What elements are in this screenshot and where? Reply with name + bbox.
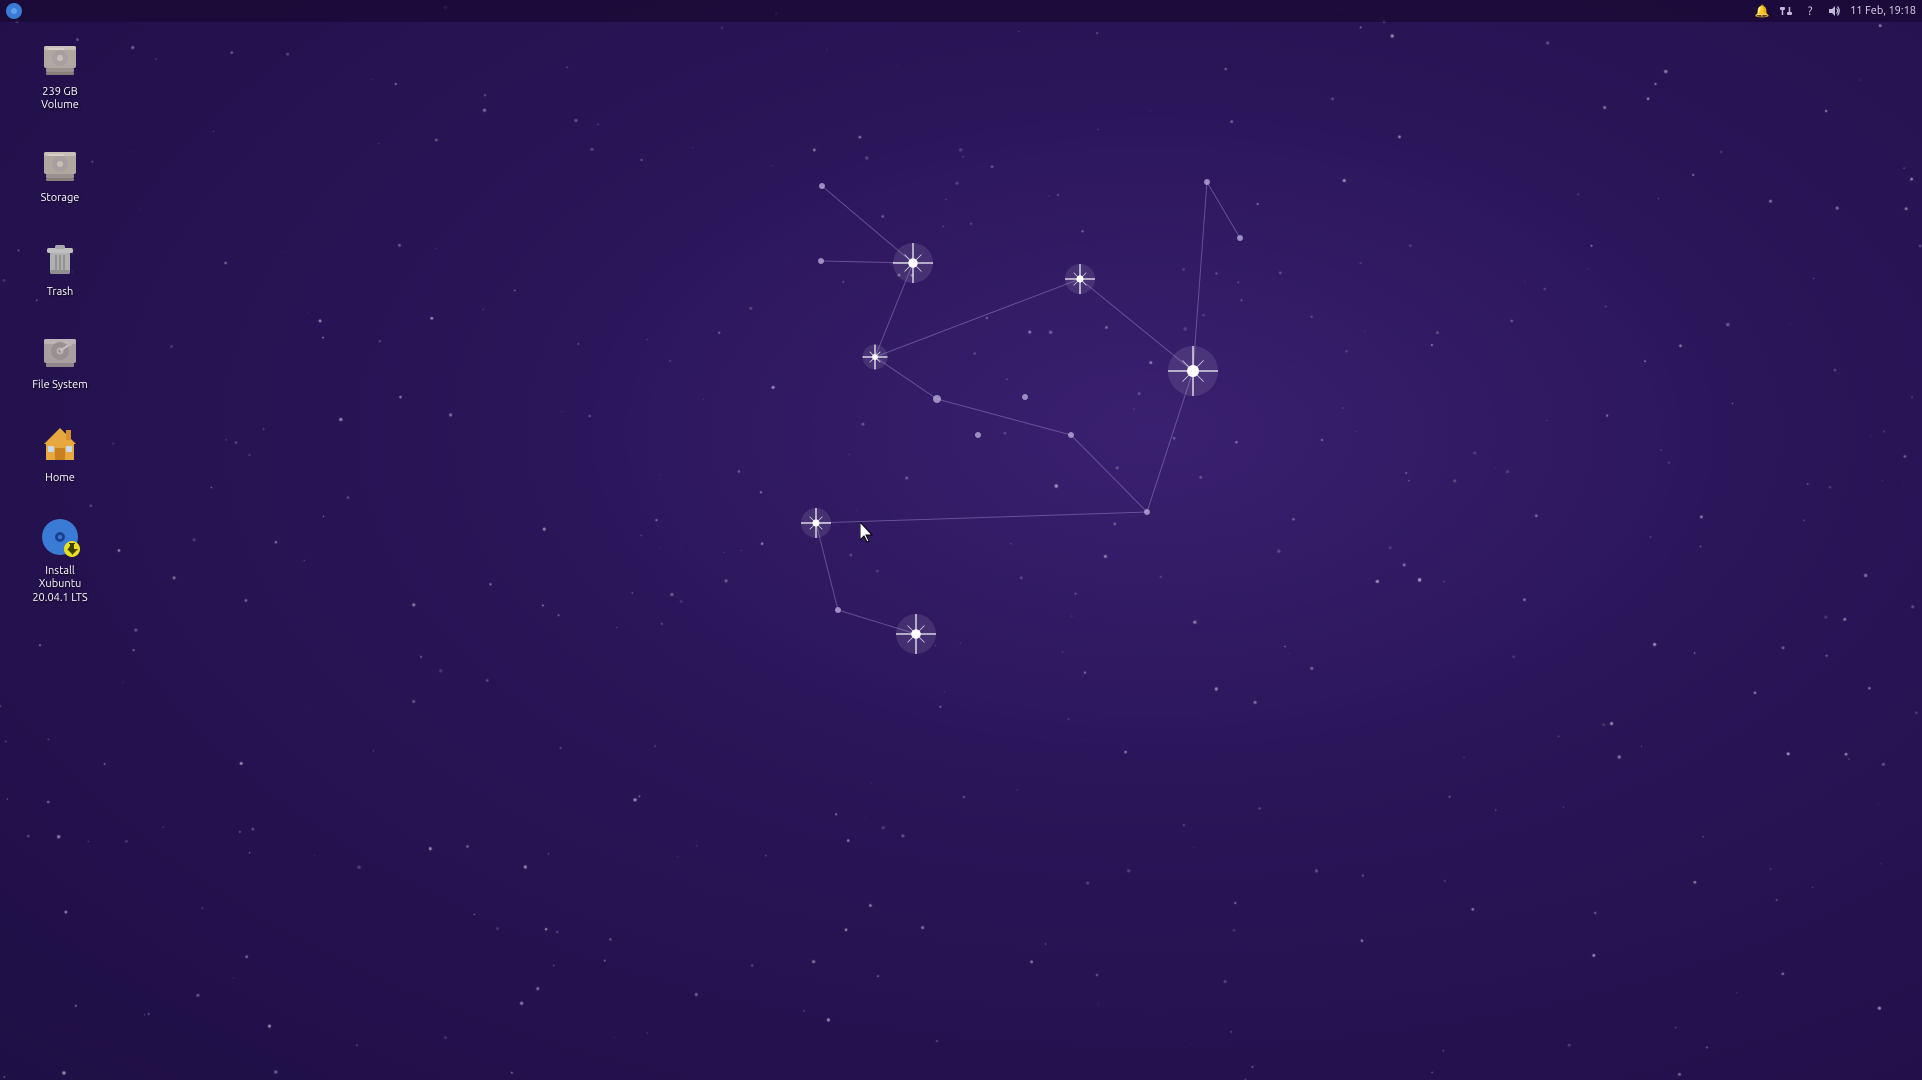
taskbar-right: 🔔 ? 11 Feb, 19:18 <box>1754 3 1916 19</box>
notification-bell-icon[interactable]: 🔔 <box>1754 3 1770 19</box>
install-icon <box>36 513 84 561</box>
desktop-icon-home[interactable]: Home <box>20 416 100 489</box>
home-label: Home <box>45 472 75 485</box>
drive-label: 239 GB Volume <box>24 86 96 112</box>
taskbar-datetime: 11 Feb, 19:18 <box>1850 5 1916 17</box>
taskbar: 🔔 ? 11 Feb, 19:18 <box>0 0 1922 22</box>
volume-icon[interactable] <box>1826 3 1842 19</box>
filesystem-icon <box>36 327 84 375</box>
drive-icon <box>36 34 84 82</box>
desktop-icon-storage[interactable]: Storage <box>20 136 100 209</box>
switch-icon[interactable] <box>1778 3 1794 19</box>
mouse-cursor <box>860 522 872 542</box>
help-icon[interactable]: ? <box>1802 3 1818 19</box>
constellation-svg <box>0 0 1922 1080</box>
trash-icon <box>36 234 84 282</box>
taskbar-left <box>6 3 22 19</box>
install-label: Install Xubuntu 20.04.1 LTS <box>24 565 96 605</box>
desktop-icon-filesystem[interactable]: File System <box>20 323 100 396</box>
filesystem-label: File System <box>32 379 88 392</box>
storage-label: Storage <box>41 192 80 205</box>
desktop: 🔔 ? 11 Feb, 19:18 <box>0 0 1922 1080</box>
desktop-icon-install[interactable]: Install Xubuntu 20.04.1 LTS <box>20 509 100 609</box>
home-icon <box>36 420 84 468</box>
storage-icon <box>36 140 84 188</box>
trash-label: Trash <box>47 286 74 299</box>
desktop-icon-drive[interactable]: 239 GB Volume <box>20 30 100 116</box>
starfield-canvas <box>0 0 1922 1080</box>
desktop-icons-container: 239 GB Volume Storage <box>20 30 100 609</box>
xubuntu-logo[interactable] <box>6 3 22 19</box>
desktop-icon-trash[interactable]: Trash <box>20 230 100 303</box>
